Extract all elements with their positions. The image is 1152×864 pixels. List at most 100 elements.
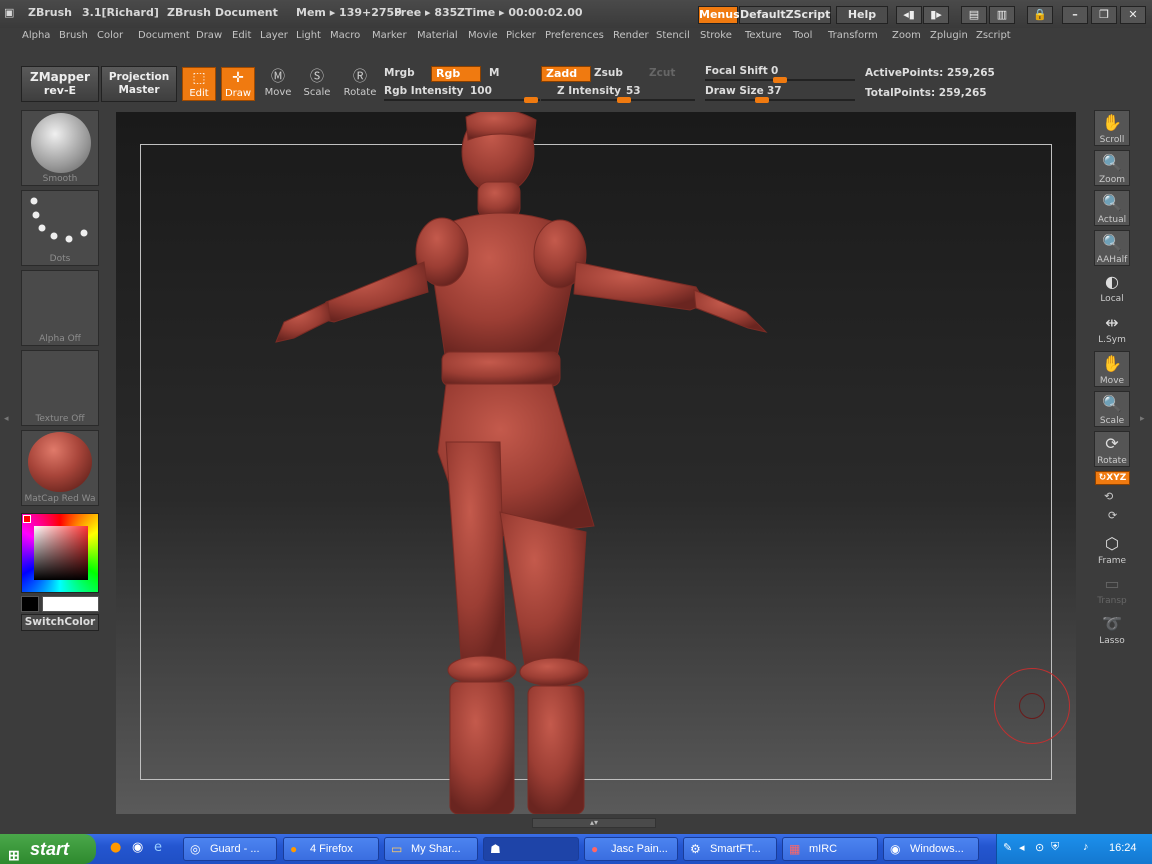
- menu-render[interactable]: Render: [613, 30, 649, 41]
- pen-tray-icon[interactable]: ✎: [1003, 841, 1012, 854]
- network-tray-icon[interactable]: ⊙: [1035, 841, 1044, 854]
- right-tray-arrow-icon[interactable]: ▸: [1140, 414, 1148, 428]
- color-picker[interactable]: [21, 513, 99, 593]
- draw-button[interactable]: ✛ Draw: [221, 67, 255, 101]
- secondary-color-swatch[interactable]: [21, 596, 39, 612]
- document-canvas[interactable]: [116, 112, 1076, 814]
- focal-shift-slider[interactable]: [705, 77, 855, 83]
- menu-edit[interactable]: Edit: [232, 30, 251, 41]
- zoom-button[interactable]: 🔍 Zoom: [1094, 150, 1130, 186]
- menu-zplugin[interactable]: Zplugin: [930, 30, 968, 41]
- brush-slot[interactable]: Smooth: [21, 110, 99, 186]
- menu-texture[interactable]: Texture: [745, 30, 782, 41]
- y-rotation-icon[interactable]: ⟲: [1104, 490, 1120, 504]
- edit-button[interactable]: ⬚ Edit: [182, 67, 216, 101]
- zadd-button[interactable]: Zadd: [541, 66, 591, 82]
- alpha-slot[interactable]: Alpha Off: [21, 270, 99, 346]
- zcut-button[interactable]: Zcut: [649, 67, 675, 79]
- rotate-button[interactable]: Ⓡ Rotate: [343, 67, 377, 101]
- menu-stencil[interactable]: Stencil: [656, 30, 690, 41]
- menu-transform[interactable]: Transform: [828, 30, 878, 41]
- layout-b-icon[interactable]: ▥: [989, 6, 1015, 24]
- task-jasc-paint[interactable]: ● Jasc Pain...: [584, 837, 678, 861]
- menu-layer[interactable]: Layer: [260, 30, 288, 41]
- menu-light[interactable]: Light: [296, 30, 321, 41]
- task-zbrush[interactable]: ☗: [483, 837, 579, 861]
- scale-view-button[interactable]: 🔍 Scale: [1094, 391, 1130, 427]
- scroll-right-icon[interactable]: ▮▸: [923, 6, 949, 24]
- texture-slot[interactable]: Texture Off: [21, 350, 99, 426]
- close-icon[interactable]: ✕: [1120, 6, 1146, 24]
- task-smartftp[interactable]: ⚙ SmartFT...: [683, 837, 777, 861]
- task-windows-media[interactable]: ◉ Windows...: [883, 837, 979, 861]
- menu-macro[interactable]: Macro: [330, 30, 360, 41]
- rgb-intensity-slider[interactable]: [384, 97, 540, 103]
- projection-master-button[interactable]: Projection Master: [101, 66, 177, 102]
- zsub-button[interactable]: Zsub: [594, 67, 623, 79]
- main-color-swatch[interactable]: [42, 596, 99, 612]
- draw-size-knob[interactable]: [755, 97, 769, 103]
- media-quicklaunch-icon[interactable]: ◉: [132, 840, 143, 855]
- rgb-intensity-knob[interactable]: [524, 97, 538, 103]
- menu-stroke[interactable]: Stroke: [700, 30, 732, 41]
- local-button[interactable]: ◐ Local: [1094, 270, 1130, 306]
- color-picker-square[interactable]: [34, 526, 88, 580]
- menu-preferences[interactable]: Preferences: [545, 30, 604, 41]
- z-rotation-icon[interactable]: ⟳: [1108, 509, 1124, 523]
- volume-tray-icon[interactable]: ♪: [1083, 841, 1089, 853]
- actual-button[interactable]: 🔍 Actual: [1094, 190, 1130, 226]
- transp-button[interactable]: ▭ Transp: [1094, 572, 1130, 608]
- arrow-tray-icon[interactable]: ◂: [1019, 841, 1025, 854]
- start-button[interactable]: ⊞ start: [0, 834, 96, 864]
- stroke-slot[interactable]: Dots: [21, 190, 99, 266]
- canvas-bottom-handle-icon[interactable]: ▴▾: [532, 818, 656, 828]
- menu-marker[interactable]: Marker: [372, 30, 407, 41]
- menu-tool[interactable]: Tool: [793, 30, 812, 41]
- task-guard[interactable]: ◎ Guard - ...: [183, 837, 277, 861]
- m-button[interactable]: M: [489, 67, 499, 79]
- menu-color[interactable]: Color: [97, 30, 123, 41]
- lsym-button[interactable]: ⇹ L.Sym: [1094, 311, 1130, 347]
- minimize-icon[interactable]: –: [1062, 6, 1088, 24]
- xyz-rotation-button[interactable]: ↻XYZ: [1095, 471, 1130, 485]
- rgb-button[interactable]: Rgb: [431, 66, 481, 82]
- default-zscript-button[interactable]: DefaultZScript: [739, 6, 831, 24]
- zmapper-button[interactable]: ZMapper rev-E: [21, 66, 99, 102]
- ie-quicklaunch-icon[interactable]: e: [154, 840, 162, 855]
- task-firefox[interactable]: ● 4 Firefox: [283, 837, 379, 861]
- menus-button[interactable]: Menus: [698, 6, 740, 24]
- lasso-button[interactable]: ➰ Lasso: [1094, 612, 1130, 648]
- menu-draw[interactable]: Draw: [196, 30, 222, 41]
- draw-size-slider[interactable]: [705, 97, 855, 103]
- menu-alpha[interactable]: Alpha: [22, 30, 50, 41]
- focal-shift-knob[interactable]: [773, 77, 787, 83]
- task-my-shared[interactable]: ▭ My Shar...: [384, 837, 478, 861]
- help-button[interactable]: Help: [836, 6, 888, 24]
- material-slot[interactable]: MatCap Red Wa: [21, 430, 99, 506]
- scroll-button[interactable]: ✋ Scroll: [1094, 110, 1130, 146]
- task-mirc[interactable]: ▦ mIRC: [782, 837, 878, 861]
- menu-picker[interactable]: Picker: [506, 30, 536, 41]
- left-tray-arrow-icon[interactable]: ◂: [4, 414, 12, 428]
- firefox-quicklaunch-icon[interactable]: ●: [110, 840, 121, 855]
- z-intensity-knob[interactable]: [617, 97, 631, 103]
- scale-button[interactable]: Ⓢ Scale: [300, 67, 334, 101]
- aahalf-button[interactable]: 🔍 AAHalf: [1094, 230, 1130, 266]
- maximize-icon[interactable]: ❐: [1091, 6, 1117, 24]
- switch-color-button[interactable]: SwitchColor: [21, 614, 99, 631]
- rotate-view-button[interactable]: ⟳ Rotate: [1094, 431, 1130, 467]
- menu-brush[interactable]: Brush: [59, 30, 88, 41]
- shield-tray-icon[interactable]: ⛨: [1051, 841, 1059, 854]
- color-picker-marker[interactable]: [23, 515, 31, 523]
- mrgb-button[interactable]: Mrgb: [384, 67, 415, 79]
- lock-icon[interactable]: 🔒: [1027, 6, 1053, 24]
- layout-a-icon[interactable]: ▤: [961, 6, 987, 24]
- z-intensity-slider[interactable]: [541, 97, 695, 103]
- frame-button[interactable]: ⬡ Frame: [1094, 532, 1130, 568]
- move-button[interactable]: Ⓜ Move: [261, 67, 295, 101]
- menu-document[interactable]: Document: [138, 30, 190, 41]
- menu-zscript[interactable]: Zscript: [976, 30, 1011, 41]
- menu-movie[interactable]: Movie: [468, 30, 498, 41]
- menu-zoom[interactable]: Zoom: [892, 30, 921, 41]
- menu-material[interactable]: Material: [417, 30, 458, 41]
